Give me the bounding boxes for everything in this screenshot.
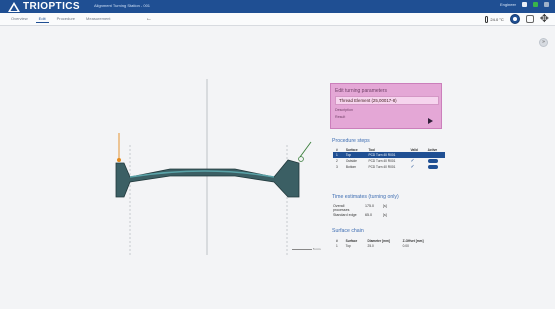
tool-tip-left-icon (117, 158, 121, 162)
surface-chain-cell-offset: 0.00 (402, 244, 409, 248)
title-bar-status: Engineer (500, 2, 549, 7)
window-control-icon[interactable] (544, 2, 549, 7)
procedure-steps-title: Procedure steps (332, 138, 370, 144)
app-window: TRIOPTICS Alignment Turning Station - 00… (0, 0, 555, 309)
move-icon[interactable]: ✥ (540, 14, 549, 25)
title-bar: TRIOPTICS Alignment Turning Station - 00… (0, 0, 555, 13)
run-play-icon[interactable] (428, 118, 433, 124)
procedure-cell-tool: PCD Turn 40 R001 (368, 165, 396, 169)
active-toggle[interactable] (427, 159, 438, 164)
turning-tool-right (299, 141, 312, 158)
camera-icon[interactable] (509, 14, 520, 24)
back-arrow-icon[interactable]: ← (146, 16, 152, 22)
lens-drawing (115, 79, 312, 255)
scale-label: 5 mm (313, 247, 321, 251)
tab-3[interactable]: Measurement (83, 15, 113, 23)
tool-tip-right-icon (298, 156, 304, 162)
lens-name-field[interactable]: Thread Element (25,00017-8) (335, 96, 439, 105)
time-estimates-title: Time estimates (turning only) (332, 194, 399, 200)
status-ok-icon (533, 2, 538, 7)
tab-bar: Overview Edit Procedure Measurement ← 24.0 … (0, 13, 555, 26)
scale-bar (292, 249, 312, 250)
tab-2[interactable]: Procedure (54, 15, 78, 23)
result-label: Result (335, 115, 346, 119)
valid-check-icon: ✓ (410, 164, 415, 170)
surface-chain-cell-n: 1 (336, 244, 338, 248)
toolbar: 24.0 °C ✥ (485, 14, 549, 25)
thermometer-icon (485, 15, 489, 23)
time-estimate-row: Standard edge 65.0 [s] (333, 213, 395, 217)
turning-parameter-card[interactable]: Edit turning parameters Thread Element (… (330, 83, 442, 129)
procedure-steps-table: # Surface Tool Valid Active 1 Top PCD Turn 40 … (333, 147, 445, 170)
surface-chain-table: # Surface Diameter [mm] Z-Offset [mm] 1 Top 2… (333, 238, 433, 249)
window-title: Alignment Turning Station - 001 (94, 3, 151, 8)
description-label: Description (335, 108, 353, 112)
active-toggle[interactable] (427, 165, 438, 170)
surface-chain-cell-diameter: 25.0 (367, 244, 374, 248)
tab-1[interactable]: Edit (35, 15, 49, 23)
time-estimate-unit: [s] (383, 204, 387, 208)
surface-chain-cell-surface: Top (345, 244, 351, 248)
tab-0[interactable]: Overview (8, 15, 31, 23)
temperature-value: 24.0 °C (490, 16, 504, 22)
procedure-row[interactable]: 3 Bottom PCD Turn 40 R001 ✓ (333, 164, 445, 170)
surface-chain-row[interactable]: 1 Top 25.0 0.00 (333, 243, 433, 249)
time-estimate-value: 175.0 (365, 204, 374, 208)
user-name: Engineer (499, 2, 516, 7)
logo-text: TRIOPTICS (23, 1, 80, 12)
time-estimate-row: Overall processes 175.0 [s] (333, 204, 395, 212)
temperature-readout: 24.0 °C (485, 15, 504, 23)
time-estimate-label: Overall processes (333, 204, 350, 212)
lens-profile (115, 159, 300, 198)
user-icon[interactable] (522, 2, 527, 7)
time-estimate-value: 65.0 (365, 213, 372, 217)
time-estimate-label: Standard edge (333, 213, 357, 217)
active-toggle[interactable] (427, 153, 438, 158)
procedure-cell-surface: Bottom (345, 165, 357, 169)
trioptics-logo-icon (8, 1, 20, 12)
surface-chain-title: Surface chain (332, 228, 364, 234)
tab-list: Overview Edit Procedure Measurement (8, 15, 114, 23)
procedure-cell-n: 3 (336, 165, 338, 169)
active-cell (425, 164, 445, 170)
settings-icon[interactable] (525, 15, 534, 23)
logo: TRIOPTICS (8, 1, 80, 12)
time-estimate-unit: [s] (383, 213, 387, 217)
turning-card-title: Edit turning parameters (335, 88, 387, 94)
